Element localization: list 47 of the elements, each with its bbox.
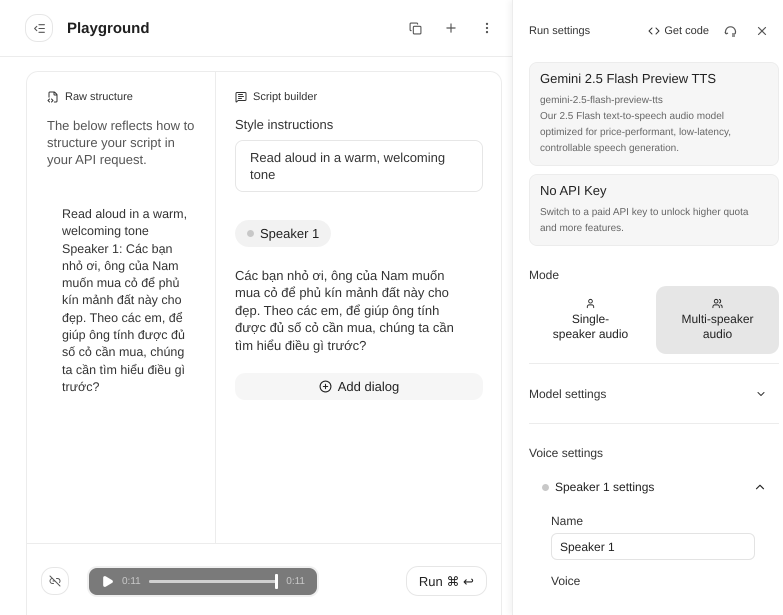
script-icon bbox=[235, 91, 247, 103]
field-label: Name bbox=[551, 514, 584, 528]
sidebar-toggle-button[interactable] bbox=[25, 14, 53, 42]
play-icon[interactable] bbox=[101, 574, 114, 588]
panel-title: Run settings bbox=[529, 25, 592, 37]
get-code-button[interactable]: Get code bbox=[648, 25, 709, 37]
people-icon bbox=[712, 298, 723, 309]
api-key-description: Switch to a paid API key to unlock higher quota and more features. bbox=[540, 206, 750, 236]
mode-option[interactable]: Single-speaker audio bbox=[529, 286, 652, 354]
code-icon bbox=[648, 25, 660, 37]
style-instructions-field[interactable]: Read aloud in a warm, welcoming tone bbox=[235, 140, 483, 192]
code-file-icon bbox=[47, 91, 59, 103]
script-line: Read aloud in a warm, welcoming tone bbox=[62, 206, 188, 240]
dialog-text[interactable]: Các bạn nhỏ ơi, ông của Nam muốn mua cỏ để phủ kín mảnh đất này cho đẹp. Theo các em, để giúp ông tính được đủ số cỏ cần mua, chúng ta cần tìm hiểu điều gì trước? bbox=[235, 267, 483, 354]
column-heading: Script builder bbox=[253, 91, 318, 103]
link-off-button[interactable] bbox=[41, 567, 69, 595]
settings-section[interactable]: Model settings bbox=[529, 363, 779, 423]
model-card[interactable]: Gemini 2.5 Flash Preview TTS gemini-2.5-flash-preview-tts Our 2.5 Flash text-to-speech audio model optimized for price-performant, low-latency, controllable speech generation. bbox=[529, 62, 779, 166]
collapse-icon bbox=[32, 22, 46, 34]
script-line: Speaker 1: Các bạn nhỏ ơi, ông của Nam muốn mua cỏ để phủ kín mảnh đất này cho đẹp. Theo các em, để giúp ông tính được đủ số cỏ cần mua, chúng ta cần tìm hiểu điều gì trước? bbox=[62, 240, 186, 396]
speaker-dot-icon bbox=[542, 484, 549, 490]
add-dialog-button[interactable]: Add dialog bbox=[235, 373, 483, 400]
field-label: Voice bbox=[551, 574, 582, 588]
run-button[interactable]: Run ⌘ ↩ bbox=[406, 566, 487, 596]
page-title: Playground bbox=[67, 20, 151, 36]
api-key-title: No API Key bbox=[540, 183, 608, 198]
model-id: gemini-2.5-flash-preview-tts bbox=[540, 94, 664, 108]
progress-thumb[interactable] bbox=[275, 574, 278, 588]
speaker-dot-icon bbox=[247, 230, 254, 237]
speaker-chip[interactable]: Speaker 1 bbox=[235, 220, 332, 247]
api-key-card[interactable]: No API Key Switch to a paid API key to unlock higher quota and more features. bbox=[529, 174, 779, 246]
duration-time: 0:11 bbox=[286, 576, 305, 586]
name-field[interactable]: Speaker 1 bbox=[551, 533, 755, 560]
link-off-icon bbox=[49, 575, 61, 587]
plus-circle-icon bbox=[318, 380, 332, 394]
person-icon bbox=[585, 298, 596, 309]
progress-slider[interactable] bbox=[148, 574, 278, 588]
column-heading: Raw structure bbox=[65, 91, 133, 103]
model-name: Gemini 2.5 Flash Preview TTS bbox=[540, 71, 718, 86]
section-label: Mode bbox=[529, 268, 560, 282]
description: The below reflects how to structure your script in your API request. bbox=[47, 117, 196, 168]
elapsed-time: 0:11 bbox=[122, 576, 141, 586]
mode-option[interactable]: Multi-speaker audio bbox=[656, 286, 779, 354]
model-description: Our 2.5 Flash text-to-speech audio model optimized for price-performant, low-latency, controllable speech generation. bbox=[540, 110, 732, 156]
speaker-settings-toggle[interactable]: Speaker 1 settings bbox=[529, 480, 779, 494]
section-label: Voice settings bbox=[529, 423, 779, 460]
field-label: Style instructions bbox=[235, 117, 334, 132]
